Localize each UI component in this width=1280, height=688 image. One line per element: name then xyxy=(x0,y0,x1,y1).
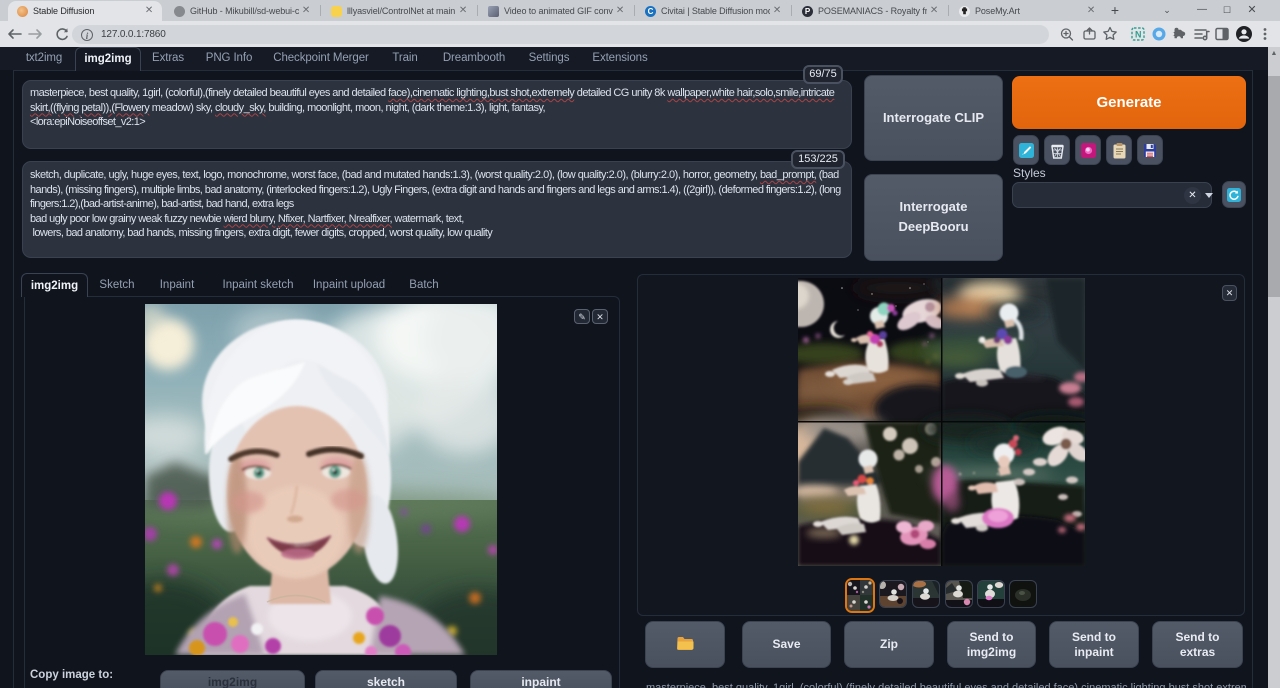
svg-text:N: N xyxy=(1135,30,1142,40)
